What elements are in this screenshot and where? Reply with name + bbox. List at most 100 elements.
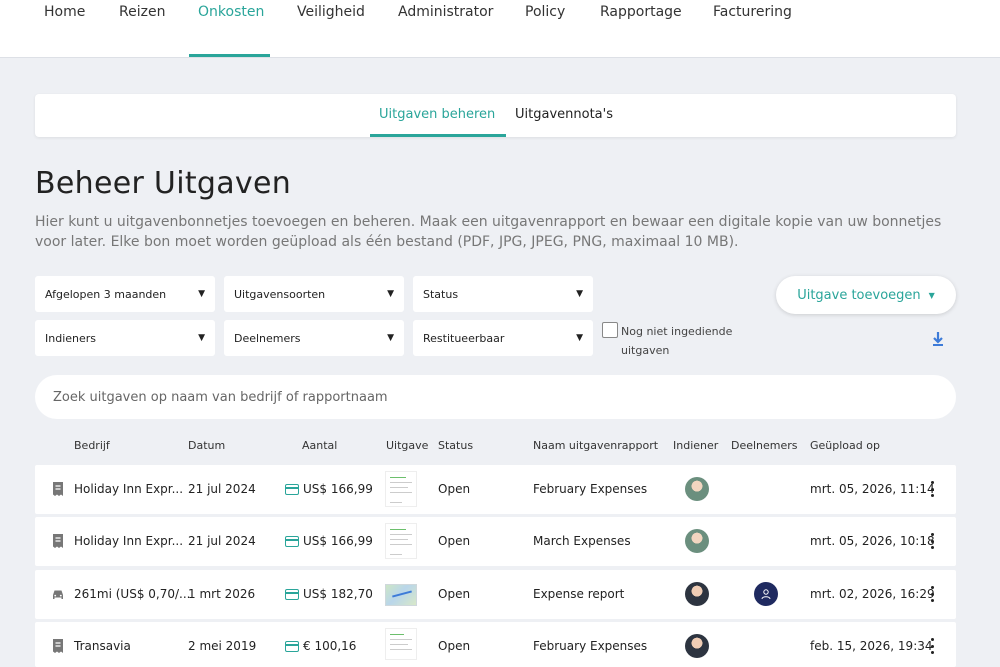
header-participants: Deelnemers [731, 439, 798, 452]
filter-types[interactable]: Uitgavensoorten ▼ [224, 276, 404, 312]
top-nav: Home Reizen Onkosten Veiligheid Administ… [0, 0, 1000, 58]
more-options-icon[interactable] [928, 636, 936, 656]
tab-uitgavennotas[interactable]: Uitgavennota's [515, 107, 613, 122]
cell-report[interactable]: February Expenses [533, 482, 647, 496]
download-icon[interactable] [930, 330, 946, 348]
filter-status-label: Status [423, 287, 459, 301]
table-row[interactable]: Holiday Inn Expr... 21 jul 2024 US$ 166,… [35, 517, 956, 566]
cell-company: Holiday Inn Expr... [74, 482, 184, 496]
cell-company: 261mi (US$ 0,70/... [74, 587, 191, 601]
caret-down-icon: ▼ [576, 333, 583, 343]
cell-amount: US$ 182,70 [303, 587, 373, 601]
filter-status[interactable]: Status ▼ [413, 276, 593, 312]
table-row[interactable]: Holiday Inn Expr... 21 jul 2024 US$ 166,… [35, 465, 956, 514]
card-icon [285, 589, 299, 600]
filter-participants[interactable]: Deelnemers ▼ [224, 320, 404, 356]
nav-home[interactable]: Home [44, 4, 85, 20]
header-status[interactable]: Status [438, 439, 473, 452]
subtab-active-indicator [370, 134, 506, 137]
filter-participants-label: Deelnemers [234, 331, 301, 345]
submitter-avatar [685, 582, 709, 606]
tab-uitgaven-beheren[interactable]: Uitgaven beheren [379, 107, 495, 122]
cell-uploaded: mrt. 05, 2026, 11:14 [810, 482, 935, 496]
caret-down-icon: ▼ [198, 333, 205, 343]
more-options-icon[interactable] [928, 479, 936, 499]
not-submitted-checkbox[interactable] [602, 322, 618, 338]
car-icon [53, 590, 63, 599]
submitter-avatar [685, 634, 709, 658]
header-company[interactable]: Bedrijf [74, 439, 110, 452]
filter-submitters[interactable]: Indieners ▼ [35, 320, 215, 356]
filter-refundable-label: Restitueerbaar [423, 331, 505, 345]
nav-rapportage[interactable]: Rapportage [600, 4, 682, 20]
cell-uploaded: mrt. 05, 2026, 10:18 [810, 534, 935, 548]
subtabs-card: Uitgaven beheren Uitgavennota's [35, 94, 956, 137]
receipt-icon [53, 639, 63, 653]
add-expense-button[interactable]: Uitgave toevoegen ▼ [776, 276, 956, 314]
filter-period[interactable]: Afgelopen 3 maanden ▼ [35, 276, 215, 312]
nav-active-indicator [189, 54, 270, 57]
submitter-avatar [685, 477, 709, 501]
card-icon [285, 536, 299, 547]
submitter-avatar [685, 529, 709, 553]
caret-down-icon: ▼ [576, 289, 583, 299]
table-row[interactable]: 261mi (US$ 0,70/... 1 mrt 2026 US$ 182,7… [35, 570, 956, 619]
cell-amount: US$ 166,99 [303, 534, 373, 548]
filter-submitters-label: Indieners [45, 331, 97, 345]
nav-veiligheid[interactable]: Veiligheid [297, 4, 365, 20]
cell-uploaded: mrt. 02, 2026, 16:29 [810, 587, 935, 601]
cell-date: 21 jul 2024 [188, 534, 256, 548]
nav-administrator[interactable]: Administrator [398, 4, 493, 20]
page-description: Hier kunt u uitgavenbonnetjes toevoegen … [35, 214, 942, 250]
cell-status: Open [438, 482, 471, 496]
nav-policy[interactable]: Policy [525, 4, 565, 20]
person-icon [761, 589, 771, 600]
cell-company: Transavia [74, 639, 131, 653]
card-icon [285, 641, 299, 652]
caret-down-icon: ▼ [198, 289, 205, 299]
header-expense: Uitgave [386, 439, 429, 452]
header-date[interactable]: Datum [188, 439, 225, 452]
add-expense-label: Uitgave toevoegen [797, 287, 921, 303]
cell-status: Open [438, 587, 471, 601]
cell-report[interactable]: March Expenses [533, 534, 631, 548]
cell-amount: US$ 166,99 [303, 482, 373, 496]
filter-refundable[interactable]: Restitueerbaar ▼ [413, 320, 593, 356]
cell-amount: € 100,16 [303, 639, 357, 653]
table-row[interactable]: Transavia 2 mei 2019 € 100,16 Open Febru… [35, 622, 956, 667]
cell-uploaded: feb. 15, 2026, 19:34 [810, 639, 933, 653]
receipt-icon [53, 482, 63, 496]
cell-report[interactable]: Expense report [533, 587, 624, 601]
header-report[interactable]: Naam uitgavenrapport [533, 439, 658, 452]
nav-reizen[interactable]: Reizen [119, 4, 165, 20]
cell-report[interactable]: February Expenses [533, 639, 647, 653]
cell-date: 21 jul 2024 [188, 482, 256, 496]
nav-facturering[interactable]: Facturering [713, 4, 792, 20]
nav-onkosten[interactable]: Onkosten [198, 4, 264, 20]
receipt-thumbnail[interactable] [385, 523, 417, 559]
more-options-icon[interactable] [928, 584, 936, 604]
caret-down-icon: ▼ [928, 290, 935, 300]
not-submitted-label[interactable]: Nog niet ingediende uitgaven [621, 322, 741, 360]
cell-company: Holiday Inn Expr... [74, 534, 184, 548]
card-icon [285, 484, 299, 495]
filter-period-label: Afgelopen 3 maanden [45, 287, 167, 301]
receipt-icon [53, 534, 63, 548]
map-thumbnail[interactable] [385, 584, 417, 606]
cell-status: Open [438, 639, 471, 653]
caret-down-icon: ▼ [387, 333, 394, 343]
header-uploaded[interactable]: Geüpload op [810, 439, 880, 452]
participant-avatar [754, 582, 778, 606]
cell-date: 2 mei 2019 [188, 639, 257, 653]
receipt-thumbnail[interactable] [385, 471, 417, 507]
receipt-thumbnail[interactable] [385, 628, 417, 660]
more-options-icon[interactable] [928, 531, 936, 551]
caret-down-icon: ▼ [387, 289, 394, 299]
filter-types-label: Uitgavensoorten [234, 287, 326, 301]
search-input[interactable] [35, 375, 956, 419]
header-amount[interactable]: Aantal [302, 439, 337, 452]
page-title: Beheer Uitgaven [35, 166, 292, 201]
cell-status: Open [438, 534, 471, 548]
header-submitter: Indiener [673, 439, 719, 452]
cell-date: 1 mrt 2026 [188, 587, 256, 601]
